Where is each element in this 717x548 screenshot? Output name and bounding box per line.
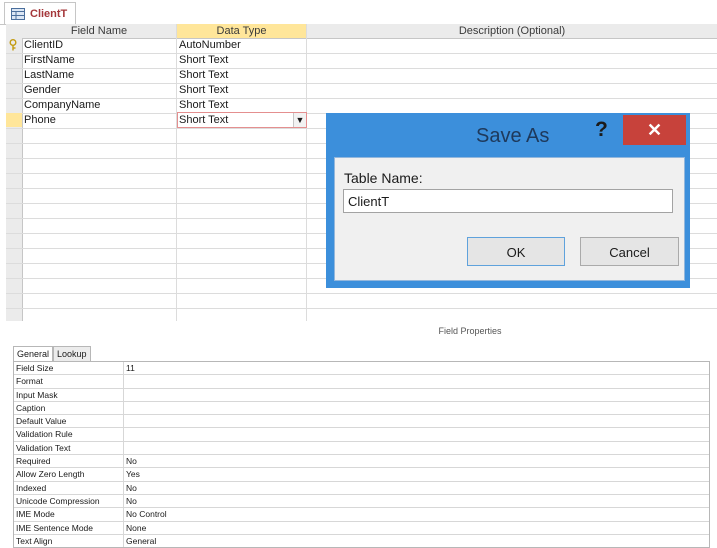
property-label: Validation Text: [14, 441, 124, 455]
property-label: Caption: [14, 401, 124, 415]
property-value[interactable]: None: [124, 522, 709, 534]
cancel-button[interactable]: Cancel: [580, 237, 679, 266]
property-label: Unicode Compression: [14, 494, 124, 508]
property-label: Field Size: [14, 362, 124, 375]
tab-lookup[interactable]: Lookup: [53, 346, 91, 362]
property-value[interactable]: General: [124, 535, 709, 547]
dialog-title: Save As: [476, 125, 550, 147]
property-row[interactable]: Format: [14, 375, 709, 389]
primary-key-icon: [9, 39, 17, 51]
property-row[interactable]: Allow Zero Length Yes: [14, 468, 709, 482]
table-document-tab[interactable]: ClientT: [4, 2, 77, 24]
property-value[interactable]: 11: [124, 362, 709, 374]
data-type-cell[interactable]: Short Text: [179, 53, 228, 68]
data-type-header: Data Type: [177, 24, 307, 39]
property-row[interactable]: Indexed No: [14, 481, 709, 495]
property-value[interactable]: No: [124, 495, 709, 507]
property-row[interactable]: Default Value: [14, 415, 709, 429]
chevron-down-icon[interactable]: ▼: [293, 113, 306, 127]
table-name-label: Table Name:: [344, 170, 423, 186]
property-tabs: General Lookup: [13, 346, 91, 362]
table-name-input[interactable]: ClientT: [343, 189, 673, 213]
data-type-cell[interactable]: Short Text: [179, 83, 228, 98]
property-row[interactable]: IME Mode No Control: [14, 508, 709, 522]
current-row-indicator: [6, 113, 22, 127]
help-icon[interactable]: ?: [595, 118, 608, 142]
property-value[interactable]: [124, 415, 709, 427]
field-name-cell[interactable]: ClientID: [24, 38, 63, 53]
property-label: Input Mask: [14, 388, 124, 401]
property-value[interactable]: No: [124, 455, 709, 467]
property-label: Indexed: [14, 481, 124, 494]
property-row[interactable]: Unicode Compression No: [14, 494, 709, 509]
property-row[interactable]: IME Sentence Mode None: [14, 521, 709, 535]
data-type-cell[interactable]: AutoNumber: [179, 38, 241, 53]
field-properties-table: Field Size 11 Format Input Mask Caption D…: [13, 361, 710, 548]
property-label: IME Mode: [14, 508, 124, 521]
document-tab-strip: ClientT: [0, 0, 717, 25]
data-type-value: Short Text: [179, 114, 229, 126]
property-value[interactable]: Yes: [124, 468, 709, 480]
property-label: Required: [14, 455, 124, 468]
property-row[interactable]: Field Size 11: [14, 362, 709, 376]
property-label: Validation Rule: [14, 428, 124, 441]
property-label: Text Align: [14, 534, 124, 548]
property-value[interactable]: No Control: [124, 508, 709, 520]
description-header: Description (Optional): [307, 24, 717, 39]
property-row[interactable]: Validation Text: [14, 441, 709, 456]
data-type-dropdown[interactable]: Short Text ▼: [177, 112, 307, 128]
data-type-cell[interactable]: Short Text: [179, 98, 228, 113]
property-row[interactable]: Text Align General: [14, 534, 709, 548]
field-name-cell[interactable]: Gender: [24, 83, 61, 98]
property-value[interactable]: No: [124, 482, 709, 494]
field-name-header: Field Name: [22, 24, 177, 39]
property-label: Format: [14, 375, 124, 388]
property-row[interactable]: Caption: [14, 401, 709, 416]
property-label: Default Value: [14, 415, 124, 428]
property-value[interactable]: [124, 402, 709, 414]
property-label: Allow Zero Length: [14, 468, 124, 481]
property-row[interactable]: Input Mask: [14, 388, 709, 402]
property-value[interactable]: [124, 375, 709, 387]
property-label: IME Sentence Mode: [14, 521, 124, 534]
property-value[interactable]: [124, 389, 709, 401]
property-value[interactable]: [124, 442, 709, 454]
field-name-cell[interactable]: LastName: [24, 68, 74, 83]
table-icon: [11, 7, 25, 20]
field-name-cell[interactable]: CompanyName: [24, 98, 100, 113]
field-name-cell[interactable]: Phone: [24, 113, 56, 128]
property-row[interactable]: Validation Rule: [14, 428, 709, 442]
document-tab-label: ClientT: [30, 7, 68, 20]
property-row[interactable]: Required No: [14, 455, 709, 469]
close-button[interactable]: ✕: [623, 115, 686, 145]
tab-general[interactable]: General: [13, 346, 54, 362]
field-name-cell[interactable]: FirstName: [24, 53, 75, 68]
data-type-cell[interactable]: Short Text: [179, 68, 228, 83]
property-value[interactable]: [124, 428, 709, 440]
ok-button[interactable]: OK: [467, 237, 565, 266]
field-properties-title: Field Properties: [438, 326, 502, 336]
save-as-dialog: Save As ? ✕ Table Name: ClientT OK Cance…: [326, 113, 690, 288]
